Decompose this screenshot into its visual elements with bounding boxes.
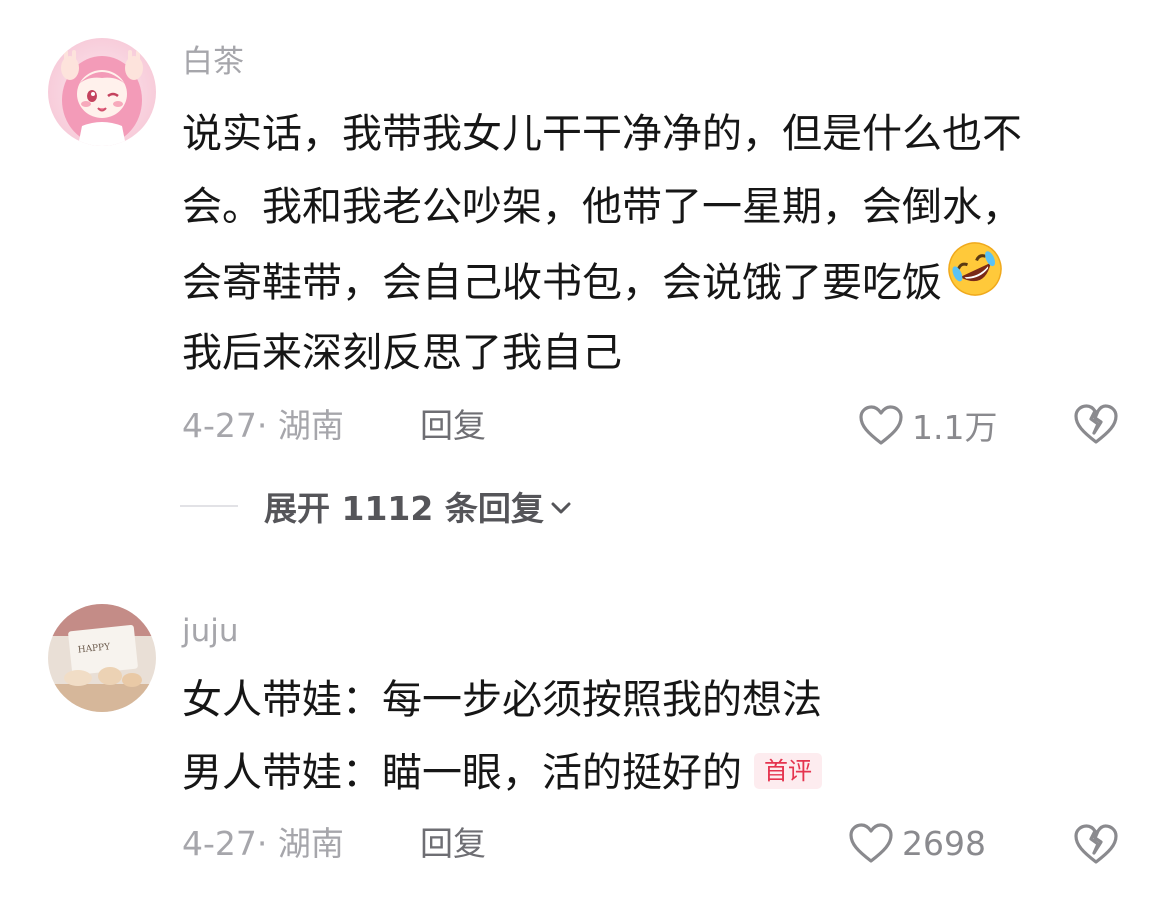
avatar-photo-image: HAPPY — [48, 604, 156, 712]
dislike-button[interactable] — [1072, 822, 1120, 870]
like-count: 1.1万 — [912, 408, 998, 447]
comment-text-line: 我后来深刻反思了我自己 — [182, 330, 622, 376]
expand-replies-button[interactable]: 展开 1112 条回复 — [180, 484, 572, 528]
first-comment-badge: 首评 — [754, 753, 822, 789]
heart-icon — [849, 823, 893, 863]
avatar[interactable]: HAPPY — [48, 604, 156, 712]
comment-text-line: 女人带娃：每一步必须按照我的想法 — [182, 677, 822, 723]
avatar-girl-image — [48, 38, 156, 146]
dislike-button[interactable] — [1072, 402, 1120, 450]
avatar[interactable] — [48, 38, 156, 146]
comment-text-line-content: 男人带娃：瞄一眼，活的挺好的 — [182, 750, 742, 796]
comment-text-line: 男人带娃：瞄一眼，活的挺好的 首评 — [182, 737, 822, 810]
broken-heart-icon — [1074, 824, 1118, 864]
rolling-on-floor-laughing-emoji-icon — [946, 240, 1004, 322]
like-button[interactable]: 1.1万 — [858, 400, 997, 450]
chevron-down-icon — [551, 502, 571, 514]
reply-button[interactable]: 回复 — [420, 824, 486, 864]
like-button[interactable]: 2698 — [848, 818, 986, 868]
divider — [180, 505, 238, 507]
like-count: 2698 — [902, 823, 986, 863]
username[interactable]: 白茶 — [182, 42, 244, 82]
comment-text-line-content: 会寄鞋带，会自己收书包，会说饿了要吃饭 — [182, 260, 942, 306]
comment-text: 说实话，我带我女儿干干净净的，但是什么也不 会。我和我老公吵架，他带了一星期，会… — [182, 98, 1022, 390]
date-location: 4-27· 湖南 — [182, 824, 344, 863]
comment-item: HAPPY juju 女人带娃：每一步必须按照我的想法 男人带娃：瞄一眼，活的挺… — [0, 560, 1169, 901]
username[interactable]: juju — [182, 611, 239, 651]
comment-text-line: 说实话，我带我女儿干干净净的，但是什么也不 — [182, 111, 1022, 157]
date-location: 4-27· 湖南 — [182, 406, 344, 445]
expand-replies-label: 展开 1112 条回复 — [264, 489, 544, 528]
reply-button[interactable]: 回复 — [420, 406, 486, 446]
comment-text-line: 会寄鞋带，会自己收书包，会说饿了要吃饭 — [182, 242, 1022, 317]
broken-heart-icon — [1074, 404, 1118, 444]
comment-text-line: 会。我和我老公吵架，他带了一星期，会倒水， — [182, 184, 1022, 230]
heart-icon — [859, 405, 903, 445]
comment-text: 女人带娃：每一步必须按照我的想法 男人带娃：瞄一眼，活的挺好的 首评 — [182, 664, 822, 810]
comment-item: 白茶 说实话，我带我女儿干干净净的，但是什么也不 会。我和我老公吵架，他带了一星… — [0, 0, 1169, 560]
